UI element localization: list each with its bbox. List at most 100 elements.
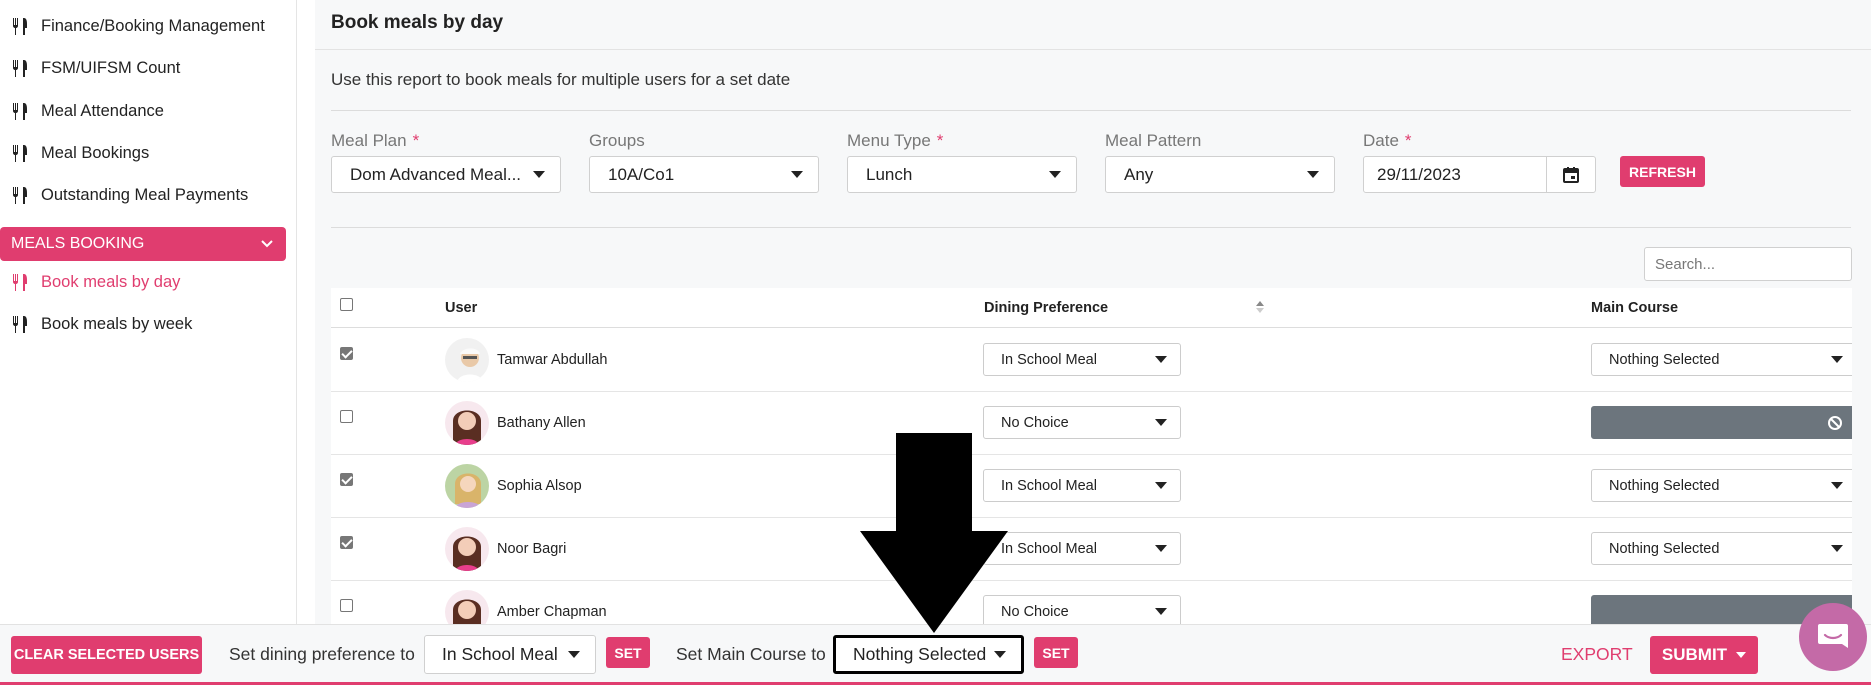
- page-description: Use this report to book meals for multip…: [331, 70, 791, 89]
- menu-type-select[interactable]: Lunch: [847, 156, 1077, 193]
- calendar-icon: [1563, 166, 1579, 183]
- submit-button[interactable]: SUBMIT: [1650, 636, 1758, 674]
- caret-down-icon: [1736, 652, 1747, 658]
- refresh-button[interactable]: REFRESH: [1620, 156, 1705, 187]
- menu-type-value: Lunch: [866, 164, 913, 184]
- set-main-course-label: Set Main Course to: [676, 644, 826, 664]
- chat-icon: [1818, 624, 1848, 648]
- table-row: Sophia Alsop In School Meal Nothing Sele…: [331, 455, 1852, 518]
- chevron-down-icon: [261, 240, 273, 248]
- user-name[interactable]: Tamwar Abdullah: [497, 352, 607, 368]
- caret-down-icon: [1831, 356, 1843, 363]
- dining-preference-value: No Choice: [1001, 414, 1069, 431]
- caret-down-icon: [1831, 545, 1843, 552]
- sidebar-item-meal-attendance[interactable]: Meal Attendance: [0, 91, 290, 131]
- dining-preference-value: In School Meal: [1001, 351, 1097, 368]
- sidebar-section-label: MEALS BOOKING: [11, 235, 145, 252]
- user-name[interactable]: Noor Bagri: [497, 541, 566, 557]
- date-picker-button[interactable]: [1546, 156, 1596, 193]
- select-all-checkbox[interactable]: [340, 298, 353, 311]
- caret-down-icon: [1155, 419, 1167, 426]
- dining-preference-select[interactable]: In School Meal: [983, 343, 1181, 376]
- fork-knife-icon: [13, 18, 27, 35]
- export-link[interactable]: EXPORT: [1561, 644, 1633, 665]
- row-checkbox[interactable]: [340, 347, 353, 360]
- search-input[interactable]: Search...: [1644, 247, 1852, 281]
- caret-down-icon: [994, 651, 1006, 658]
- main-course-select[interactable]: Nothing Selected: [1591, 532, 1852, 565]
- row-checkbox[interactable]: [340, 410, 353, 423]
- sidebar-item-label: Book meals by week: [41, 314, 193, 333]
- groups-value: 10A/Co1: [608, 164, 675, 184]
- user-name[interactable]: Bathany Allen: [497, 415, 586, 431]
- bulk-main-course-value: Nothing Selected: [853, 644, 987, 664]
- table-row: Tamwar Abdullah In School Meal Nothing S…: [331, 329, 1852, 392]
- set-main-course-button[interactable]: SET: [1034, 637, 1078, 668]
- dining-preference-select[interactable]: In School Meal: [983, 532, 1181, 565]
- avatar: [445, 527, 489, 571]
- fork-knife-icon: [13, 60, 27, 77]
- sidebar-item-finance-booking[interactable]: Finance/Booking Management: [0, 6, 290, 46]
- meal-plan-label: Meal Plan *: [331, 131, 420, 150]
- groups-select[interactable]: 10A/Co1: [589, 156, 819, 193]
- caret-down-icon: [1049, 171, 1061, 178]
- caret-down-icon: [1155, 356, 1167, 363]
- row-checkbox[interactable]: [340, 536, 353, 549]
- meal-plan-select[interactable]: Dom Advanced Meal...: [331, 156, 561, 193]
- sidebar-item-book-by-week[interactable]: Book meals by week: [0, 304, 290, 344]
- sidebar-item-meal-bookings[interactable]: Meal Bookings: [0, 133, 290, 173]
- table-header: User Dining Preference Main Course: [331, 288, 1852, 328]
- dining-preference-select[interactable]: No Choice: [983, 595, 1181, 624]
- sidebar-item-book-by-day[interactable]: Book meals by day: [0, 262, 290, 302]
- main-course-select[interactable]: Nothing Selected: [1591, 469, 1852, 502]
- fork-knife-icon: [13, 316, 27, 333]
- chat-button[interactable]: [1799, 603, 1867, 671]
- user-name[interactable]: Sophia Alsop: [497, 478, 582, 494]
- avatar: [445, 338, 489, 382]
- sidebar-item-outstanding-payments[interactable]: Outstanding Meal Payments: [0, 175, 290, 215]
- dining-preference-select[interactable]: In School Meal: [983, 469, 1181, 502]
- dining-preference-value: In School Meal: [1001, 477, 1097, 494]
- caret-down-icon: [1155, 608, 1167, 615]
- sidebar-item-label: FSM/UIFSM Count: [41, 58, 181, 77]
- sidebar-item-fsm-count[interactable]: FSM/UIFSM Count: [0, 48, 290, 88]
- date-label: Date *: [1363, 131, 1412, 150]
- page-title: Book meals by day: [331, 12, 504, 33]
- column-header-user[interactable]: User: [445, 300, 477, 316]
- sort-icon[interactable]: [1255, 298, 1265, 316]
- set-dining-button[interactable]: SET: [606, 637, 650, 668]
- fork-knife-icon: [13, 274, 27, 291]
- fork-knife-icon: [13, 145, 27, 162]
- meal-pattern-select[interactable]: Any: [1105, 156, 1335, 193]
- menu-type-label: Menu Type *: [847, 131, 944, 150]
- meal-pattern-label: Meal Pattern: [1105, 131, 1202, 150]
- sidebar-section-meals-booking[interactable]: MEALS BOOKING: [0, 227, 286, 261]
- divider: [315, 49, 1871, 50]
- user-name[interactable]: Amber Chapman: [497, 604, 607, 620]
- caret-down-icon: [568, 651, 580, 658]
- caret-down-icon: [1307, 171, 1319, 178]
- row-checkbox[interactable]: [340, 599, 353, 612]
- main-course-select[interactable]: Nothing Selected: [1591, 343, 1852, 376]
- caret-down-icon: [1155, 482, 1167, 489]
- fork-knife-icon: [13, 187, 27, 204]
- bulk-main-course-select[interactable]: Nothing Selected: [833, 635, 1024, 674]
- groups-label: Groups: [589, 131, 645, 150]
- sidebar-item-label: Finance/Booking Management: [41, 16, 265, 35]
- meal-plan-value: Dom Advanced Meal...: [350, 164, 522, 184]
- divider: [331, 110, 1851, 111]
- caret-down-icon: [533, 171, 545, 178]
- clear-selected-users-button[interactable]: CLEAR SELECTED USERS: [11, 636, 202, 674]
- bulk-dining-select[interactable]: In School Meal: [424, 635, 596, 674]
- dining-preference-select[interactable]: No Choice: [983, 406, 1181, 439]
- avatar: [445, 590, 489, 624]
- main-course-value: Nothing Selected: [1609, 477, 1720, 494]
- row-checkbox[interactable]: [340, 473, 353, 486]
- submit-label: SUBMIT: [1661, 645, 1728, 664]
- column-header-main-course: Main Course: [1591, 300, 1679, 316]
- sidebar-item-label: Outstanding Meal Payments: [41, 185, 249, 204]
- users-table: User Dining Preference Main Course Tamwa…: [331, 288, 1852, 624]
- date-input[interactable]: 29/11/2023: [1363, 156, 1547, 193]
- caret-down-icon: [1155, 545, 1167, 552]
- main-course-value: Nothing Selected: [1609, 351, 1720, 368]
